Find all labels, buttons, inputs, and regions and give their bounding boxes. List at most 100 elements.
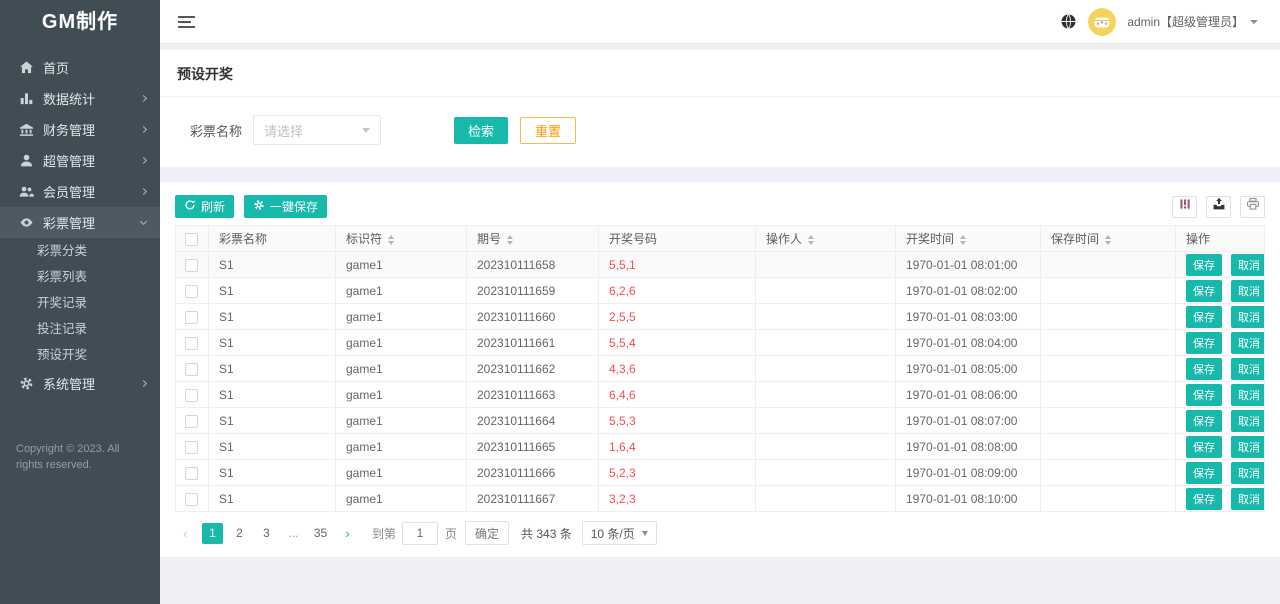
sidebar-subitem-2[interactable]: 开奖记录 xyxy=(0,290,160,316)
next-page-button[interactable]: › xyxy=(337,523,358,544)
sidebar-item-4[interactable]: 会员管理 xyxy=(0,176,160,207)
row-checkbox[interactable] xyxy=(185,336,198,350)
sidebar-item-1[interactable]: 数据统计 xyxy=(0,83,160,114)
user-menu[interactable]: admin【超级管理员】 xyxy=(1127,13,1258,30)
save-row-button[interactable]: 保存 xyxy=(1186,279,1222,302)
sort-icon[interactable] xyxy=(1105,234,1112,245)
cell-operator xyxy=(755,355,896,382)
cell-actions: 保存 取消 xyxy=(1175,251,1265,278)
jump-confirm-button[interactable]: 确定 xyxy=(465,521,510,545)
cell-numbers: 1,6,4 xyxy=(598,433,756,460)
save-row-button[interactable]: 保存 xyxy=(1186,435,1222,458)
sidebar-item-3[interactable]: 超管管理 xyxy=(0,145,160,176)
row-checkbox[interactable] xyxy=(185,492,198,506)
row-checkbox[interactable] xyxy=(185,388,198,402)
row-checkbox[interactable] xyxy=(185,284,198,298)
sort-desc-icon xyxy=(808,240,815,245)
globe-icon[interactable] xyxy=(1060,13,1077,30)
page-ellipsis: ... xyxy=(288,525,299,540)
sidebar-item-5[interactable]: 彩票管理 xyxy=(0,207,160,238)
sidebar-item-2[interactable]: 财务管理 xyxy=(0,114,160,145)
row-checkbox[interactable] xyxy=(185,414,198,428)
cancel-row-button[interactable]: 取消 xyxy=(1231,487,1264,510)
jump-page-input[interactable] xyxy=(402,521,439,545)
export-button[interactable] xyxy=(1206,195,1231,218)
cancel-row-button[interactable]: 取消 xyxy=(1231,279,1264,302)
cell-save_time xyxy=(1040,329,1176,356)
row-checkbox[interactable] xyxy=(185,362,198,376)
cancel-row-button[interactable]: 取消 xyxy=(1231,409,1264,432)
username-label: admin【超级管理员】 xyxy=(1127,15,1244,29)
row-checkbox[interactable] xyxy=(185,440,198,454)
lottery-icon xyxy=(19,215,34,230)
avatar[interactable] xyxy=(1088,7,1117,36)
columns-filter-button[interactable] xyxy=(1172,195,1197,218)
chevron-right-icon xyxy=(139,187,148,196)
page-number-2[interactable]: 2 xyxy=(229,523,250,544)
save-row-button[interactable]: 保存 xyxy=(1186,305,1222,328)
cancel-row-button[interactable]: 取消 xyxy=(1231,383,1264,406)
reset-button[interactable]: 重置 xyxy=(520,116,577,144)
cell-draw_time: 1970-01-01 08:09:00 xyxy=(895,459,1041,486)
column-header-identifier: 标识符 xyxy=(335,225,467,252)
column-header-numbers: 开奖号码 xyxy=(598,225,756,252)
print-icon xyxy=(1246,197,1260,216)
cancel-row-button[interactable]: 取消 xyxy=(1231,461,1264,484)
page-size-select[interactable]: 10 条/页 xyxy=(581,521,657,545)
select-all-checkbox[interactable] xyxy=(185,232,198,246)
table-row: S1 game1 202310111665 1,6,4 1970-01-01 08:08… xyxy=(175,433,1265,460)
sidebar-subitem-1[interactable]: 彩票列表 xyxy=(0,264,160,290)
page-number-35[interactable]: 35 xyxy=(310,523,331,544)
sidebar: GM制作 首页 数据统计 财务管理 超管管理 会员管理 彩票管理 彩票分类 彩票列表 开奖记录投… xyxy=(0,0,160,604)
sort-icon[interactable] xyxy=(960,234,967,245)
column-label: 操作人 xyxy=(766,232,803,246)
table-card: 刷新 一键保存 彩票名称 标识符 期号 开奖号码 操作人 开奖时间 保存时间 操作 S1 gam… xyxy=(160,182,1280,557)
save-row-button[interactable]: 保存 xyxy=(1186,409,1222,432)
row-checkbox[interactable] xyxy=(185,258,198,272)
save-row-button[interactable]: 保存 xyxy=(1186,383,1222,406)
row-checkbox[interactable] xyxy=(185,310,198,324)
lottery-name-select[interactable]: 请选择 xyxy=(253,115,382,145)
cell-numbers: 2,5,5 xyxy=(598,303,756,330)
sort-icon[interactable] xyxy=(808,234,815,245)
column-label: 标识符 xyxy=(346,232,383,246)
cell-name: S1 xyxy=(208,459,336,486)
cancel-row-button[interactable]: 取消 xyxy=(1231,253,1264,276)
main-area: admin【超级管理员】 预设开奖 彩票名称 请选择 检索 重置 刷新 一键保存… xyxy=(160,0,1280,604)
print-button[interactable] xyxy=(1240,195,1265,218)
search-button[interactable]: 检索 xyxy=(454,116,509,144)
row-checkbox[interactable] xyxy=(185,466,198,480)
save-all-button[interactable]: 一键保存 xyxy=(244,195,328,218)
cancel-row-button[interactable]: 取消 xyxy=(1231,435,1264,458)
sidebar-item-6[interactable]: 系统管理 xyxy=(0,368,160,399)
page-numbers: 1 2 3... 35 xyxy=(202,522,337,544)
cell-draw_time: 1970-01-01 08:04:00 xyxy=(895,329,1041,356)
refresh-button[interactable]: 刷新 xyxy=(175,195,235,218)
sidebar-subitem-0[interactable]: 彩票分类 xyxy=(0,238,160,264)
sidebar-item-label: 超管管理 xyxy=(43,154,96,169)
save-row-button[interactable]: 保存 xyxy=(1186,331,1222,354)
prev-page-button[interactable]: ‹ xyxy=(175,523,196,544)
sort-icon[interactable] xyxy=(388,234,395,245)
save-row-button[interactable]: 保存 xyxy=(1186,253,1222,276)
sort-icon[interactable] xyxy=(507,234,514,245)
sidebar-item-0[interactable]: 首页 xyxy=(0,52,160,83)
page-number-3[interactable]: 3 xyxy=(256,523,277,544)
cell-draw_time: 1970-01-01 08:03:00 xyxy=(895,303,1041,330)
cancel-row-button[interactable]: 取消 xyxy=(1231,331,1264,354)
sidebar-subitem-3[interactable]: 投注记录 xyxy=(0,316,160,342)
cell-draw_time: 1970-01-01 08:07:00 xyxy=(895,407,1041,434)
sidebar-subitem-4[interactable]: 预设开奖 xyxy=(0,342,160,368)
column-header-operator: 操作人 xyxy=(755,225,896,252)
save-row-button[interactable]: 保存 xyxy=(1186,357,1222,380)
sidebar-toggle-hamburger-icon[interactable] xyxy=(178,13,195,31)
page-number-1[interactable]: 1 xyxy=(202,522,223,544)
save-row-button[interactable]: 保存 xyxy=(1186,461,1222,484)
cell-select xyxy=(175,355,209,382)
home-icon xyxy=(19,60,34,75)
cancel-row-button[interactable]: 取消 xyxy=(1231,357,1264,380)
cell-select xyxy=(175,433,209,460)
cancel-row-button[interactable]: 取消 xyxy=(1231,305,1264,328)
cell-numbers: 5,5,1 xyxy=(598,251,756,278)
save-row-button[interactable]: 保存 xyxy=(1186,487,1222,510)
